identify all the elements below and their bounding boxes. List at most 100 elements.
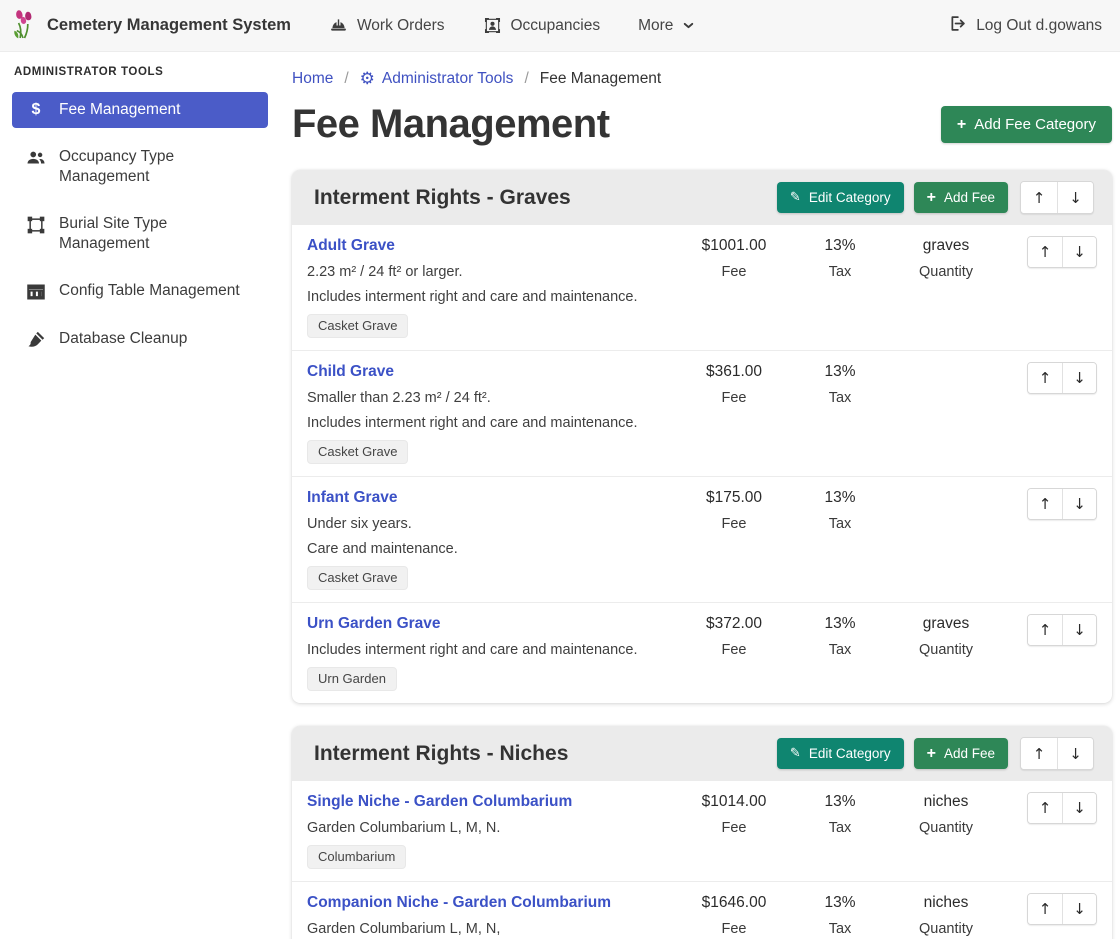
fee-tax: 13% <box>787 613 893 635</box>
fee-amount-col: $1001.00 Fee <box>681 235 787 282</box>
sidebar-item-config-table-management[interactable]: Config Table Management <box>12 273 268 310</box>
fee-name-link[interactable]: Infant Grave <box>307 487 397 509</box>
fee-quantity-label: Quantity <box>893 818 999 838</box>
fee-descriptions: Garden Columbarium L, M, N. <box>307 818 675 838</box>
sidebar-item-label: Database Cleanup <box>59 329 187 349</box>
fee-quantity: graves <box>893 613 999 635</box>
pencil-icon: ✎ <box>790 192 801 204</box>
move-category-up-button[interactable]: ↑ <box>1021 182 1057 213</box>
fee-row: Single Niche - Garden Columbarium Garden… <box>292 781 1112 881</box>
fee-tags: Casket Grave <box>307 440 675 464</box>
table-icon <box>25 282 47 302</box>
top-navbar: Cemetery Management System Work Orders O… <box>0 0 1120 52</box>
fee-descriptions: Garden Columbarium L, M, N, <box>307 919 675 939</box>
add-fee-button[interactable]: + Add Fee <box>914 738 1008 769</box>
fee-tax: 13% <box>787 892 893 914</box>
fee-tag: Casket Grave <box>307 440 408 464</box>
fee-quantity-label: Quantity <box>893 262 999 282</box>
category-reorder-group: ↑ ↓ <box>1020 181 1094 214</box>
move-fee-up-button[interactable]: ↑ <box>1028 793 1062 823</box>
move-fee-down-button[interactable]: ↓ <box>1062 363 1096 393</box>
move-fee-down-button[interactable]: ↓ <box>1062 615 1096 645</box>
move-fee-up-button[interactable]: ↑ <box>1028 894 1062 924</box>
fee-quantity-col: graves Quantity <box>893 613 999 660</box>
fee-tax-label: Tax <box>787 640 893 660</box>
move-category-up-button[interactable]: ↑ <box>1021 738 1057 769</box>
add-fee-button[interactable]: + Add Fee <box>914 182 1008 213</box>
nav-item-more[interactable]: More <box>638 17 695 35</box>
fee-name-link[interactable]: Single Niche - Garden Columbarium <box>307 791 572 813</box>
sidebar-item-label: Occupancy Type Management <box>59 147 245 187</box>
fee-quantity-label: Quantity <box>893 640 999 660</box>
fee-name-link[interactable]: Urn Garden Grave <box>307 613 441 635</box>
breadcrumb-home-link[interactable]: Home <box>292 70 333 88</box>
fee-tags: Casket Grave <box>307 314 675 338</box>
move-category-down-button[interactable]: ↓ <box>1057 182 1093 213</box>
hard-hat-icon <box>329 16 348 35</box>
move-fee-down-button[interactable]: ↓ <box>1062 489 1096 519</box>
plus-icon: + <box>957 118 966 132</box>
fee-name-link[interactable]: Child Grave <box>307 361 394 383</box>
fee-quantity-label: Quantity <box>893 919 999 939</box>
app-brand: Cemetery Management System <box>12 7 291 44</box>
move-category-down-button[interactable]: ↓ <box>1057 738 1093 769</box>
breadcrumb-admin-tools-link[interactable]: ⚙ Administrator Tools <box>360 70 514 88</box>
fee-list: Single Niche - Garden Columbarium Garden… <box>292 781 1112 939</box>
edit-category-button[interactable]: ✎ Edit Category <box>777 738 904 769</box>
chevron-down-icon <box>682 19 695 32</box>
page-title: Fee Management <box>292 102 610 147</box>
edit-category-button[interactable]: ✎ Edit Category <box>777 182 904 213</box>
fee-tags: Casket Grave <box>307 566 675 590</box>
fee-tags: Urn Garden <box>307 667 675 691</box>
logout-button[interactable]: Log Out d.gowans <box>948 14 1102 38</box>
category-header: Interment Rights - Niches ✎ Edit Categor… <box>292 726 1112 781</box>
fee-tax-col: 13% Tax <box>787 235 893 282</box>
fee-amount-col: $175.00 Fee <box>681 487 787 534</box>
fee-quantity-col: niches Quantity <box>893 791 999 838</box>
nav-item-work-orders[interactable]: Work Orders <box>329 16 445 35</box>
gear-icon: ⚙ <box>360 71 375 87</box>
fee-amount-label: Fee <box>681 388 787 408</box>
move-fee-down-button[interactable]: ↓ <box>1062 894 1096 924</box>
nav-item-label: Work Orders <box>357 17 445 35</box>
fee-name-link[interactable]: Companion Niche - Garden Columbarium <box>307 892 611 914</box>
fee-description: Includes interment right and care and ma… <box>307 640 675 660</box>
fee-reorder-group: ↑ ↓ <box>1027 614 1097 646</box>
add-fee-category-button[interactable]: + Add Fee Category <box>941 106 1112 143</box>
dollar-icon: $ <box>25 101 47 119</box>
admin-tools-sidebar: ADMINISTRATOR TOOLS $ Fee Management Occ… <box>0 52 280 939</box>
fee-list: Adult Grave 2.23 m² / 24 ft² or larger.I… <box>292 225 1112 703</box>
breadcrumb-separator: / <box>524 70 528 88</box>
fee-descriptions: 2.23 m² / 24 ft² or larger.Includes inte… <box>307 262 675 307</box>
sidebar-item-occupancy-type-management[interactable]: Occupancy Type Management <box>12 139 268 195</box>
move-fee-down-button[interactable]: ↓ <box>1062 793 1096 823</box>
sidebar-item-database-cleanup[interactable]: Database Cleanup <box>12 321 268 358</box>
fee-amount-label: Fee <box>681 262 787 282</box>
move-fee-up-button[interactable]: ↑ <box>1028 363 1062 393</box>
nav-item-occupancies[interactable]: Occupancies <box>483 16 601 35</box>
fee-description: Care and maintenance. <box>307 539 675 559</box>
fee-reorder-group: ↑ ↓ <box>1027 792 1097 824</box>
move-fee-up-button[interactable]: ↑ <box>1028 237 1062 267</box>
fee-description: Under six years. <box>307 514 675 534</box>
fee-reorder-group: ↑ ↓ <box>1027 362 1097 394</box>
fee-tag: Columbarium <box>307 845 406 869</box>
fee-amount: $372.00 <box>681 613 787 635</box>
fee-tags: Columbarium <box>307 845 675 869</box>
sidebar-item-fee-management[interactable]: $ Fee Management <box>12 92 268 128</box>
sidebar-item-label: Burial Site Type Management <box>59 214 245 254</box>
fee-tax-col: 13% Tax <box>787 613 893 660</box>
sidebar-heading: ADMINISTRATOR TOOLS <box>14 66 268 78</box>
fee-tag: Casket Grave <box>307 566 408 590</box>
fee-name-link[interactable]: Adult Grave <box>307 235 395 257</box>
fee-amount: $1646.00 <box>681 892 787 914</box>
breadcrumb: Home / ⚙ Administrator Tools / Fee Manag… <box>292 70 1112 88</box>
fee-tax-col: 13% Tax <box>787 892 893 939</box>
sidebar-item-label: Fee Management <box>59 100 181 120</box>
sidebar-item-burial-site-type-management[interactable]: Burial Site Type Management <box>12 206 268 262</box>
move-fee-up-button[interactable]: ↑ <box>1028 489 1062 519</box>
move-fee-up-button[interactable]: ↑ <box>1028 615 1062 645</box>
move-fee-down-button[interactable]: ↓ <box>1062 237 1096 267</box>
fee-amount: $361.00 <box>681 361 787 383</box>
fee-tax-label: Tax <box>787 919 893 939</box>
